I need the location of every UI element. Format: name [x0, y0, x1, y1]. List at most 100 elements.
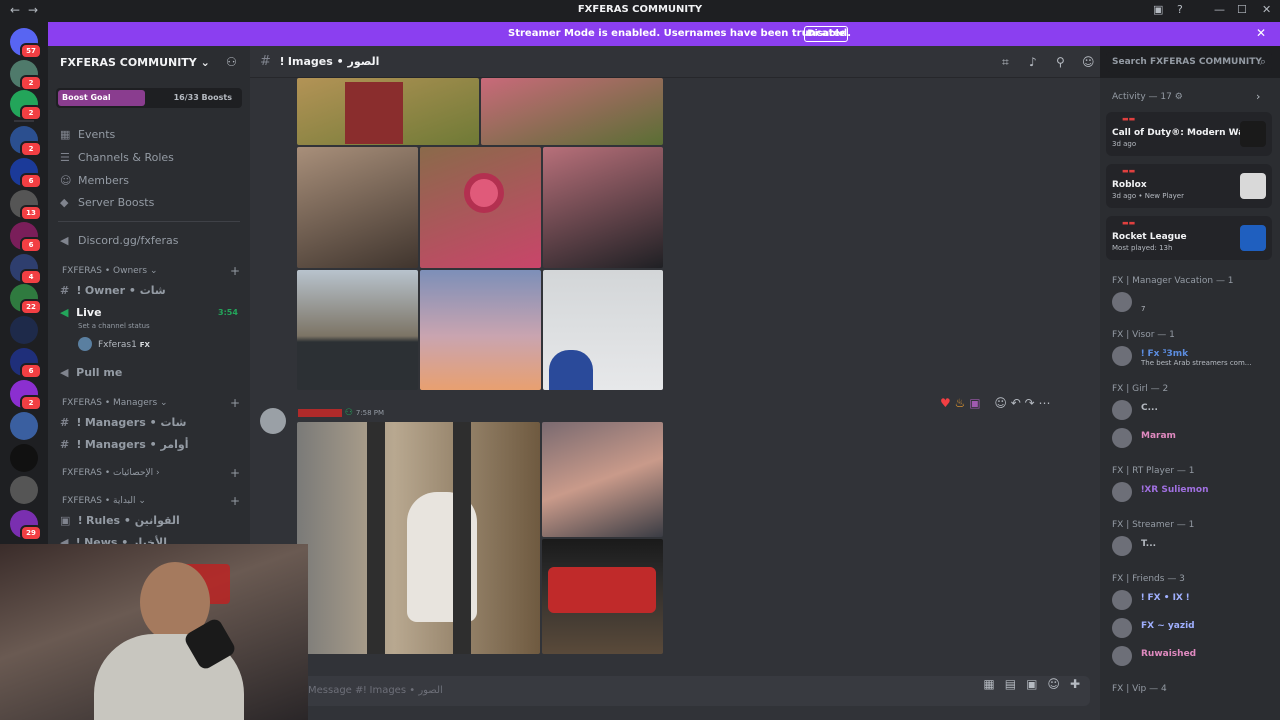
- server-icon[interactable]: 29: [10, 510, 42, 541]
- sidebar-item-channels-roles[interactable]: ☰ Channels & Roles: [60, 151, 174, 164]
- boost-goal[interactable]: Boost Goal 16/33 Boosts: [56, 88, 242, 108]
- add-channel-icon[interactable]: +: [230, 396, 240, 410]
- server-name[interactable]: FXFERAS COMMUNITY ⌄: [60, 56, 210, 69]
- sidebar-item-server-boosts[interactable]: ◆ Server Boosts: [60, 196, 154, 209]
- member-name: Ruwaished: [1141, 649, 1197, 659]
- activity-card[interactable]: ▬▬ Rocket League Most played: 13h: [1106, 216, 1272, 260]
- activity-header[interactable]: Activity — 17 ⚙: [1112, 92, 1183, 102]
- server-icon[interactable]: 4: [10, 254, 42, 285]
- server-icon[interactable]: 6: [10, 348, 42, 379]
- category-owners[interactable]: FXFERAS • Owners ⌄ +: [62, 264, 240, 278]
- boost-label: Boost Goal: [62, 93, 111, 102]
- server-icon[interactable]: 2: [10, 90, 42, 121]
- add-reaction-icon[interactable]: ☺: [994, 396, 1007, 410]
- attached-image[interactable]: [420, 270, 541, 390]
- close-icon[interactable]: ✕: [1256, 26, 1266, 40]
- fire-reaction-icon[interactable]: ♨: [955, 396, 966, 410]
- server-icon[interactable]: 6: [10, 222, 42, 253]
- category-start[interactable]: FXFERAS • البداية ⌄ +: [62, 494, 240, 508]
- avatar[interactable]: [260, 408, 286, 434]
- channel-header: # ǃ Images • الصور ⌗ ♪ ⚲ ☺: [250, 46, 1100, 78]
- maximize-icon[interactable]: ☐: [1237, 3, 1247, 16]
- server-icon[interactable]: [10, 316, 38, 344]
- threads-icon[interactable]: ⌗: [1002, 55, 1009, 70]
- member-name: ǃXR Suliemon: [1141, 485, 1209, 495]
- server-icon[interactable]: [10, 476, 38, 504]
- reply-icon[interactable]: ↶: [1011, 396, 1021, 410]
- member-item[interactable]: FX ~ yazid: [1112, 618, 1272, 642]
- username-redacted[interactable]: [298, 408, 342, 417]
- heart-reaction-icon[interactable]: ♥: [940, 396, 951, 410]
- member-item[interactable]: ǃ FX • IX ǃ: [1112, 590, 1272, 614]
- add-channel-icon[interactable]: +: [230, 494, 240, 508]
- member-item[interactable]: Maram: [1112, 428, 1272, 452]
- server-icon[interactable]: 22: [10, 284, 42, 315]
- attached-image[interactable]: [297, 147, 418, 268]
- server-icon[interactable]: 2: [10, 380, 42, 411]
- voice-user[interactable]: Fxferas1 FX: [98, 340, 150, 350]
- server-icon[interactable]: 2: [10, 126, 42, 157]
- pin-icon[interactable]: ⚲: [1056, 55, 1065, 69]
- attached-image[interactable]: [420, 147, 541, 268]
- forward-icon[interactable]: ↷: [1025, 396, 1035, 410]
- attached-image[interactable]: [481, 78, 663, 145]
- emoji-icon[interactable]: ☺: [1047, 677, 1070, 691]
- sidebar-item-invite-link[interactable]: ◀ Discord.gg/fxferas: [60, 234, 179, 247]
- gift-icon[interactable]: ▦: [983, 677, 1004, 691]
- server-icon[interactable]: [10, 444, 38, 472]
- gif-icon[interactable]: ▤: [1005, 677, 1026, 691]
- server-icon[interactable]: 57: [10, 28, 42, 59]
- bell-icon[interactable]: ♪: [1029, 55, 1037, 69]
- add-channel-icon[interactable]: +: [230, 466, 240, 480]
- member-item[interactable]: Ruwaished: [1112, 646, 1272, 670]
- activity-card[interactable]: ▬▬ Roblox 3d ago • New Player: [1106, 164, 1272, 208]
- member-list-icon[interactable]: ☺: [1082, 55, 1095, 69]
- disable-button[interactable]: Disable: [804, 26, 848, 42]
- channel-pull-me[interactable]: ◀ Pull me: [60, 366, 122, 379]
- channel-live[interactable]: ◀ Live: [60, 306, 102, 319]
- add-channel-icon[interactable]: +: [230, 264, 240, 278]
- sidebar-item-members[interactable]: ☺ Members: [60, 174, 129, 187]
- attached-image[interactable]: [297, 78, 479, 145]
- attached-image[interactable]: [543, 270, 663, 390]
- attached-image[interactable]: [542, 422, 663, 537]
- search-input[interactable]: Search FXFERAS COMMUNITY ⌕: [1106, 52, 1272, 72]
- list-icon: ☰: [60, 151, 70, 164]
- channel-rules[interactable]: ▣ ǃ Rules • القوانين: [60, 514, 180, 527]
- server-icon[interactable]: [10, 412, 38, 440]
- apps-icon[interactable]: ✚: [1070, 677, 1090, 691]
- channel-owner-chat[interactable]: # ǃ Owner • شات: [60, 284, 166, 297]
- banner-text: Streamer Mode is enabled. Usernames have…: [508, 28, 852, 39]
- server-icon[interactable]: 6: [10, 158, 42, 189]
- attached-image[interactable]: [543, 147, 663, 268]
- member-item[interactable]: 7: [1112, 292, 1272, 316]
- channel-status-prompt[interactable]: Set a channel status: [78, 322, 150, 330]
- more-icon[interactable]: ⋯: [1038, 396, 1050, 410]
- member-item[interactable]: C...: [1112, 400, 1272, 424]
- message-input[interactable]: Message #ǃ Images • الصور: [296, 676, 1090, 706]
- window-close-icon[interactable]: ✕: [1262, 3, 1271, 16]
- invite-icon[interactable]: ⚇: [226, 55, 237, 69]
- attached-image[interactable]: [297, 422, 540, 654]
- category-stats[interactable]: FXFERAS • الإحصائيات › +: [62, 466, 240, 480]
- role-header: FX | Visor — 1: [1112, 330, 1175, 340]
- category-managers[interactable]: FXFERAS • Managers ⌄ +: [62, 396, 240, 410]
- sticker-icon[interactable]: ▣: [1026, 677, 1047, 691]
- chevron-right-icon[interactable]: ›: [1256, 90, 1260, 103]
- help-icon[interactable]: ?: [1177, 3, 1183, 16]
- activity-card[interactable]: ▬▬ Call of Duty®: Modern Warf... 3d ago: [1106, 112, 1272, 156]
- sticker-reaction-icon[interactable]: ▣: [969, 396, 980, 410]
- server-icon[interactable]: 13: [10, 190, 42, 221]
- member-item[interactable]: T...: [1112, 536, 1272, 560]
- server-icon[interactable]: 2: [10, 60, 42, 91]
- attached-image[interactable]: [297, 270, 418, 390]
- channel-managers-orders[interactable]: # ǃ Managers • أوامر: [60, 438, 188, 451]
- sidebar-item-events[interactable]: ▦ Events: [60, 128, 115, 141]
- boost-icon: ◆: [60, 196, 69, 209]
- member-item[interactable]: ǃXR Suliemon: [1112, 482, 1272, 506]
- attached-image[interactable]: [542, 539, 663, 654]
- minimize-icon[interactable]: —: [1214, 3, 1225, 16]
- inbox-icon[interactable]: ▣: [1153, 3, 1163, 16]
- member-item[interactable]: ǃ Fx ³3mk The best Arab streamers com...: [1112, 346, 1272, 370]
- channel-managers-chat[interactable]: # ǃ Managers • شات: [60, 416, 186, 429]
